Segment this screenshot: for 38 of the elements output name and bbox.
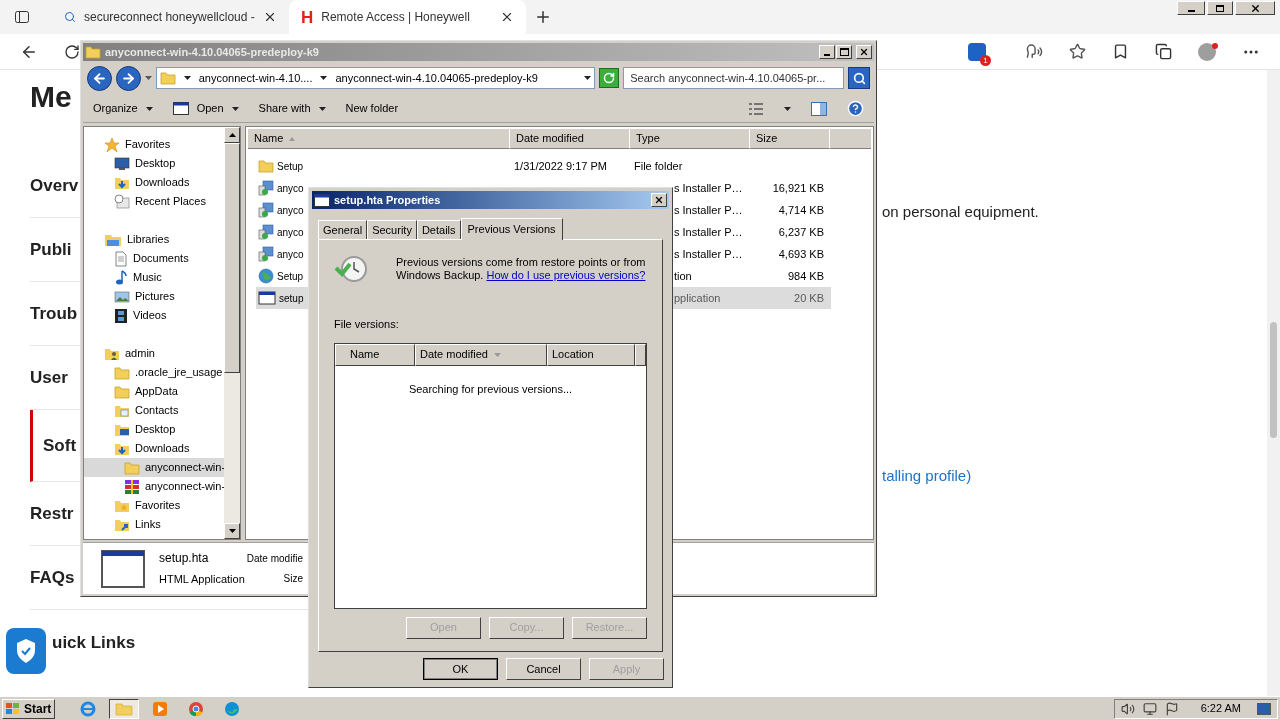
file-type: File folder <box>634 159 683 172</box>
file-name: Setup <box>277 269 304 284</box>
file-name: anyco <box>277 181 304 196</box>
file-type: tion <box>674 269 692 282</box>
file-type: pplication <box>674 291 721 304</box>
honeywell-logo: H <box>301 8 314 26</box>
file-name: anyco <box>277 225 304 240</box>
notification-badge: 1 <box>980 54 991 66</box>
file-type: s Installer P… <box>674 247 743 260</box>
file-name: setup <box>279 291 304 306</box>
file-size: 984 KB <box>787 269 824 282</box>
section-heading: uick Links <box>52 632 136 654</box>
file-size: 4,714 KB <box>778 203 824 216</box>
tab-title: secureconnect honeywellcloud - <box>84 9 255 26</box>
detail-label: Size <box>283 572 303 586</box>
tab-title: Remote Access | Honeywell <box>321 9 471 26</box>
file-name: setup.hta <box>159 550 210 568</box>
info-text: Previous versions come from restore points or from Windows Backup. How do I use previous versions? <box>396 256 647 282</box>
body-text: on personal equipment. <box>882 202 1039 222</box>
file-name: Setup <box>277 159 304 174</box>
detail-label: Date modifie <box>246 552 303 566</box>
file-type: s Installer P… <box>674 203 743 216</box>
file-type: HTML Application <box>159 572 245 588</box>
window-title: anyconnect-win-4.10.04065-predeploy-k9 <box>105 44 320 60</box>
section-label: File versions: <box>334 317 400 332</box>
dialog-title: setup.hta Properties <box>334 192 442 208</box>
status-text: Searching for previous versions... <box>408 381 573 397</box>
file-size: 4,693 KB <box>778 247 824 260</box>
file-size: 6,237 KB <box>778 225 824 238</box>
file-name: anyco <box>277 247 304 262</box>
file-size: 16,921 KB <box>772 181 824 194</box>
page-heading: Me <box>30 79 72 115</box>
file-name: anyco <box>277 203 304 218</box>
file-type: s Installer P… <box>674 225 743 238</box>
clock: 6:22 AM <box>1200 701 1241 717</box>
file-type: s Installer P… <box>674 181 743 194</box>
file-date: 1/31/2022 9:17 PM <box>514 159 607 172</box>
file-size: 20 KB <box>794 291 824 304</box>
